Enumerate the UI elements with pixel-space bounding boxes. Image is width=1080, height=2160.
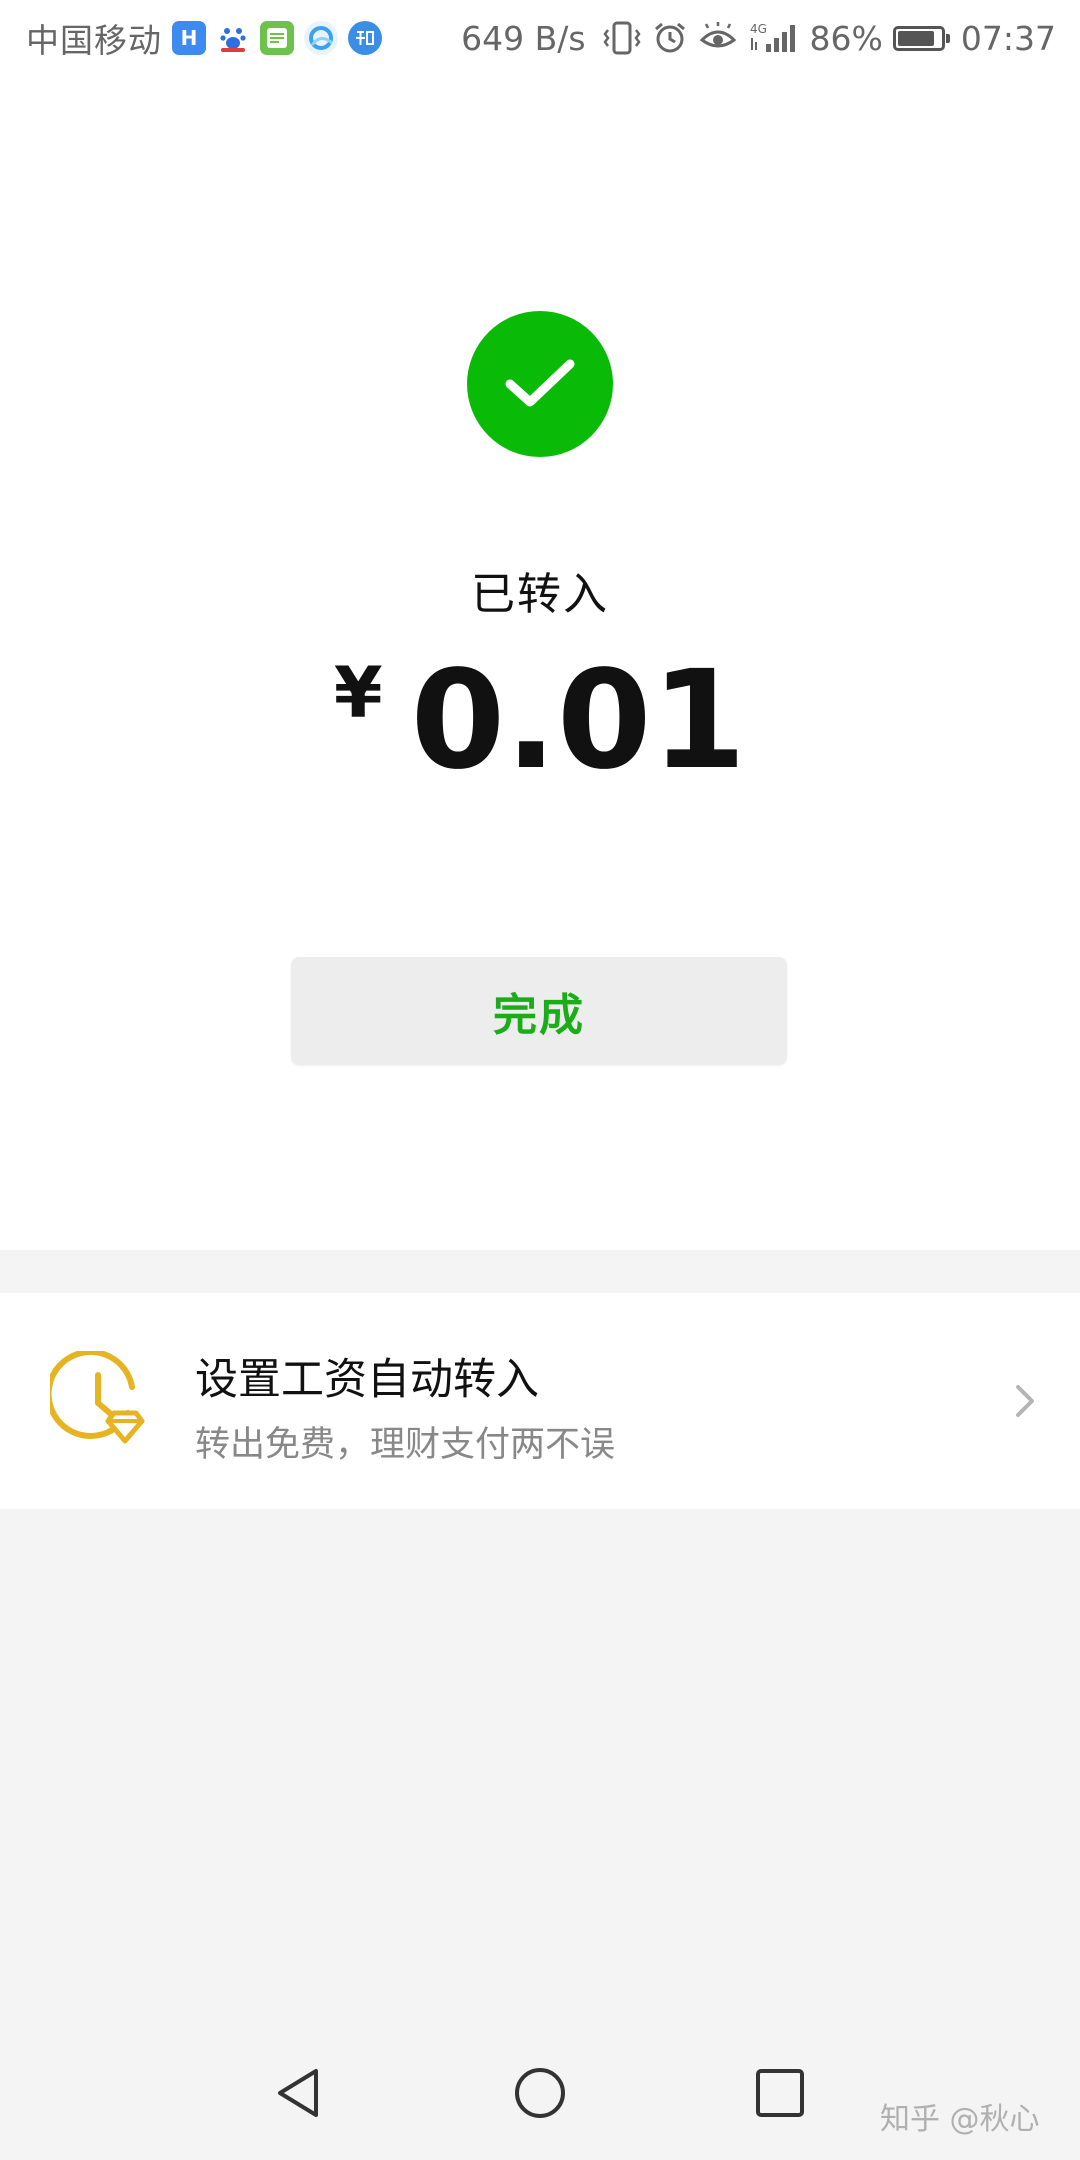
transfer-result-panel: 已转入 ¥ 0.01 完成 (0, 76, 1080, 1250)
battery-icon (892, 25, 950, 51)
amount-value: 0.01 (410, 642, 747, 800)
network-type: 4G (750, 22, 767, 36)
clock: 07:37 (960, 18, 1056, 58)
baidu-icon (216, 21, 250, 55)
zhihu-icon (348, 21, 382, 55)
clock-diamond-icon (50, 1351, 145, 1444)
battery-level (897, 30, 934, 46)
status-bar-left: 中国移动 H (26, 14, 382, 62)
vibrate-icon (602, 20, 642, 56)
signal-icon: 4G (748, 20, 800, 56)
carrier-name: 中国移动 (26, 21, 162, 60)
watermark: 知乎 @秋心 (880, 2102, 1040, 2137)
amount-display: ¥ 0.01 (0, 646, 1080, 796)
eye-comfort-icon (698, 20, 738, 56)
app-h-icon: H (172, 21, 206, 55)
battery-percent: 86% (809, 18, 883, 58)
status-bar-right: 649 B/s 4G 86% 07:37 (461, 14, 1056, 62)
system-nav-bar (0, 2020, 1080, 2160)
home-icon[interactable] (512, 2065, 568, 2121)
network-speed: 649 B/s (461, 18, 586, 58)
calendar-app-icon (260, 21, 294, 55)
success-check-icon (467, 311, 613, 457)
back-icon[interactable] (272, 2065, 328, 2121)
auto-transfer-promo-row[interactable]: 设置工资自动转入 转出免费，理财支付两不误 (0, 1293, 1080, 1509)
done-button[interactable]: 完成 (291, 957, 787, 1065)
promo-subtitle: 转出免费，理财支付两不误 (195, 1425, 616, 1465)
recent-apps-icon[interactable] (752, 2065, 808, 2121)
alarm-icon (652, 20, 688, 56)
currency-symbol: ¥ (333, 652, 383, 734)
browser-icon (304, 21, 338, 55)
transfer-status-text: 已转入 (471, 569, 609, 620)
status-bar: 中国移动 H 649 B/s 4G 86% 07:37 (0, 0, 1080, 76)
chevron-right-icon (1016, 1385, 1034, 1417)
promo-title: 设置工资自动转入 (195, 1355, 539, 1405)
